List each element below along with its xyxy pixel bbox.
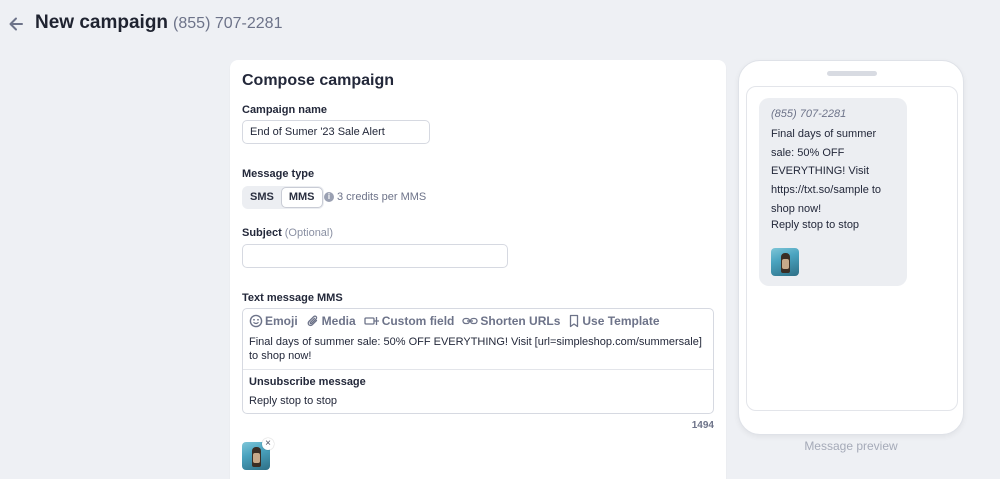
remove-media-button[interactable]: ×: [262, 438, 274, 450]
paperclip-icon: [307, 315, 317, 327]
header-phone-number: (855) 707-2281: [173, 15, 283, 32]
page-title: New campaign (855) 707-2281: [35, 12, 282, 34]
use-template-button[interactable]: Use Template: [568, 314, 660, 328]
bubble-unsubscribe: Reply stop to stop: [771, 219, 860, 231]
compose-campaign-card: Compose campaign Campaign name End of Su…: [230, 60, 726, 479]
bubble-thumbnail-figure-detail: [782, 259, 789, 269]
unsubscribe-message[interactable]: Reply stop to stop: [249, 395, 337, 407]
campaign-name-label: Campaign name: [242, 104, 327, 116]
message-body-textarea[interactable]: Final days of summer sale: 50% OFF EVERY…: [249, 335, 709, 363]
subject-label: Subject (Optional): [242, 227, 333, 239]
info-icon: i: [324, 192, 334, 202]
message-bubble: (855) 707-2281 Final days of summer sale…: [759, 98, 907, 286]
message-type-label: Message type: [242, 168, 315, 180]
message-type-sms[interactable]: SMS: [243, 187, 281, 208]
editor-divider: [243, 369, 713, 370]
page-title-text: New campaign: [35, 12, 169, 33]
custom-field-button[interactable]: Custom field: [364, 314, 455, 328]
emoji-button[interactable]: Emoji: [249, 314, 298, 328]
header-bar: New campaign (855) 707-2281: [0, 0, 1000, 48]
subject-input[interactable]: [242, 244, 508, 268]
shorten-urls-button[interactable]: Shorten URLs: [462, 314, 560, 328]
tag-field-icon: [364, 317, 379, 325]
character-count: 1494: [691, 420, 714, 431]
phone-preview: (855) 707-2281 Final days of summer sale…: [738, 60, 964, 435]
media-button-label: Media: [321, 314, 356, 328]
use-template-button-label: Use Template: [582, 314, 660, 328]
arrow-left-icon[interactable]: [8, 14, 26, 34]
bookmark-icon: [570, 314, 579, 328]
unsubscribe-label: Unsubscribe message: [249, 376, 366, 388]
phone-speaker: [827, 71, 877, 76]
message-preview-caption: Message preview: [804, 439, 898, 453]
credits-note: i 3 credits per MMS: [324, 191, 426, 203]
emoji-button-label: Emoji: [265, 314, 298, 328]
message-type-mms[interactable]: MMS: [280, 187, 323, 208]
smile-icon: [249, 314, 263, 328]
credits-note-text: 3 credits per MMS: [337, 191, 427, 203]
compose-title: Compose campaign: [242, 72, 395, 89]
phone-screen: (855) 707-2281 Final days of summer sale…: [746, 86, 958, 411]
subject-label-text: Subject: [242, 227, 282, 239]
text-message-label: Text message MMS: [242, 292, 343, 304]
media-button[interactable]: Media: [306, 314, 356, 328]
subject-optional-hint: (Optional): [284, 227, 334, 239]
shorten-urls-button-label: Shorten URLs: [480, 314, 561, 328]
message-editor: Emoji Media Custom field Shorten URLs Us…: [242, 308, 714, 414]
message-type-toggle: SMS MMS: [242, 186, 324, 209]
bubble-message: Final days of summer sale: 50% OFF EVERY…: [771, 128, 882, 215]
thumbnail-figure-detail: [253, 453, 260, 463]
bubble-sender: (855) 707-2281: [771, 108, 847, 120]
campaign-name-input[interactable]: End of Sumer '23 Sale Alert: [242, 120, 430, 144]
bubble-media-thumbnail: [771, 248, 799, 276]
custom-field-button-label: Custom field: [381, 314, 455, 328]
editor-toolbar: Emoji Media Custom field Shorten URLs Us…: [249, 314, 660, 328]
link-icon: [462, 317, 479, 325]
